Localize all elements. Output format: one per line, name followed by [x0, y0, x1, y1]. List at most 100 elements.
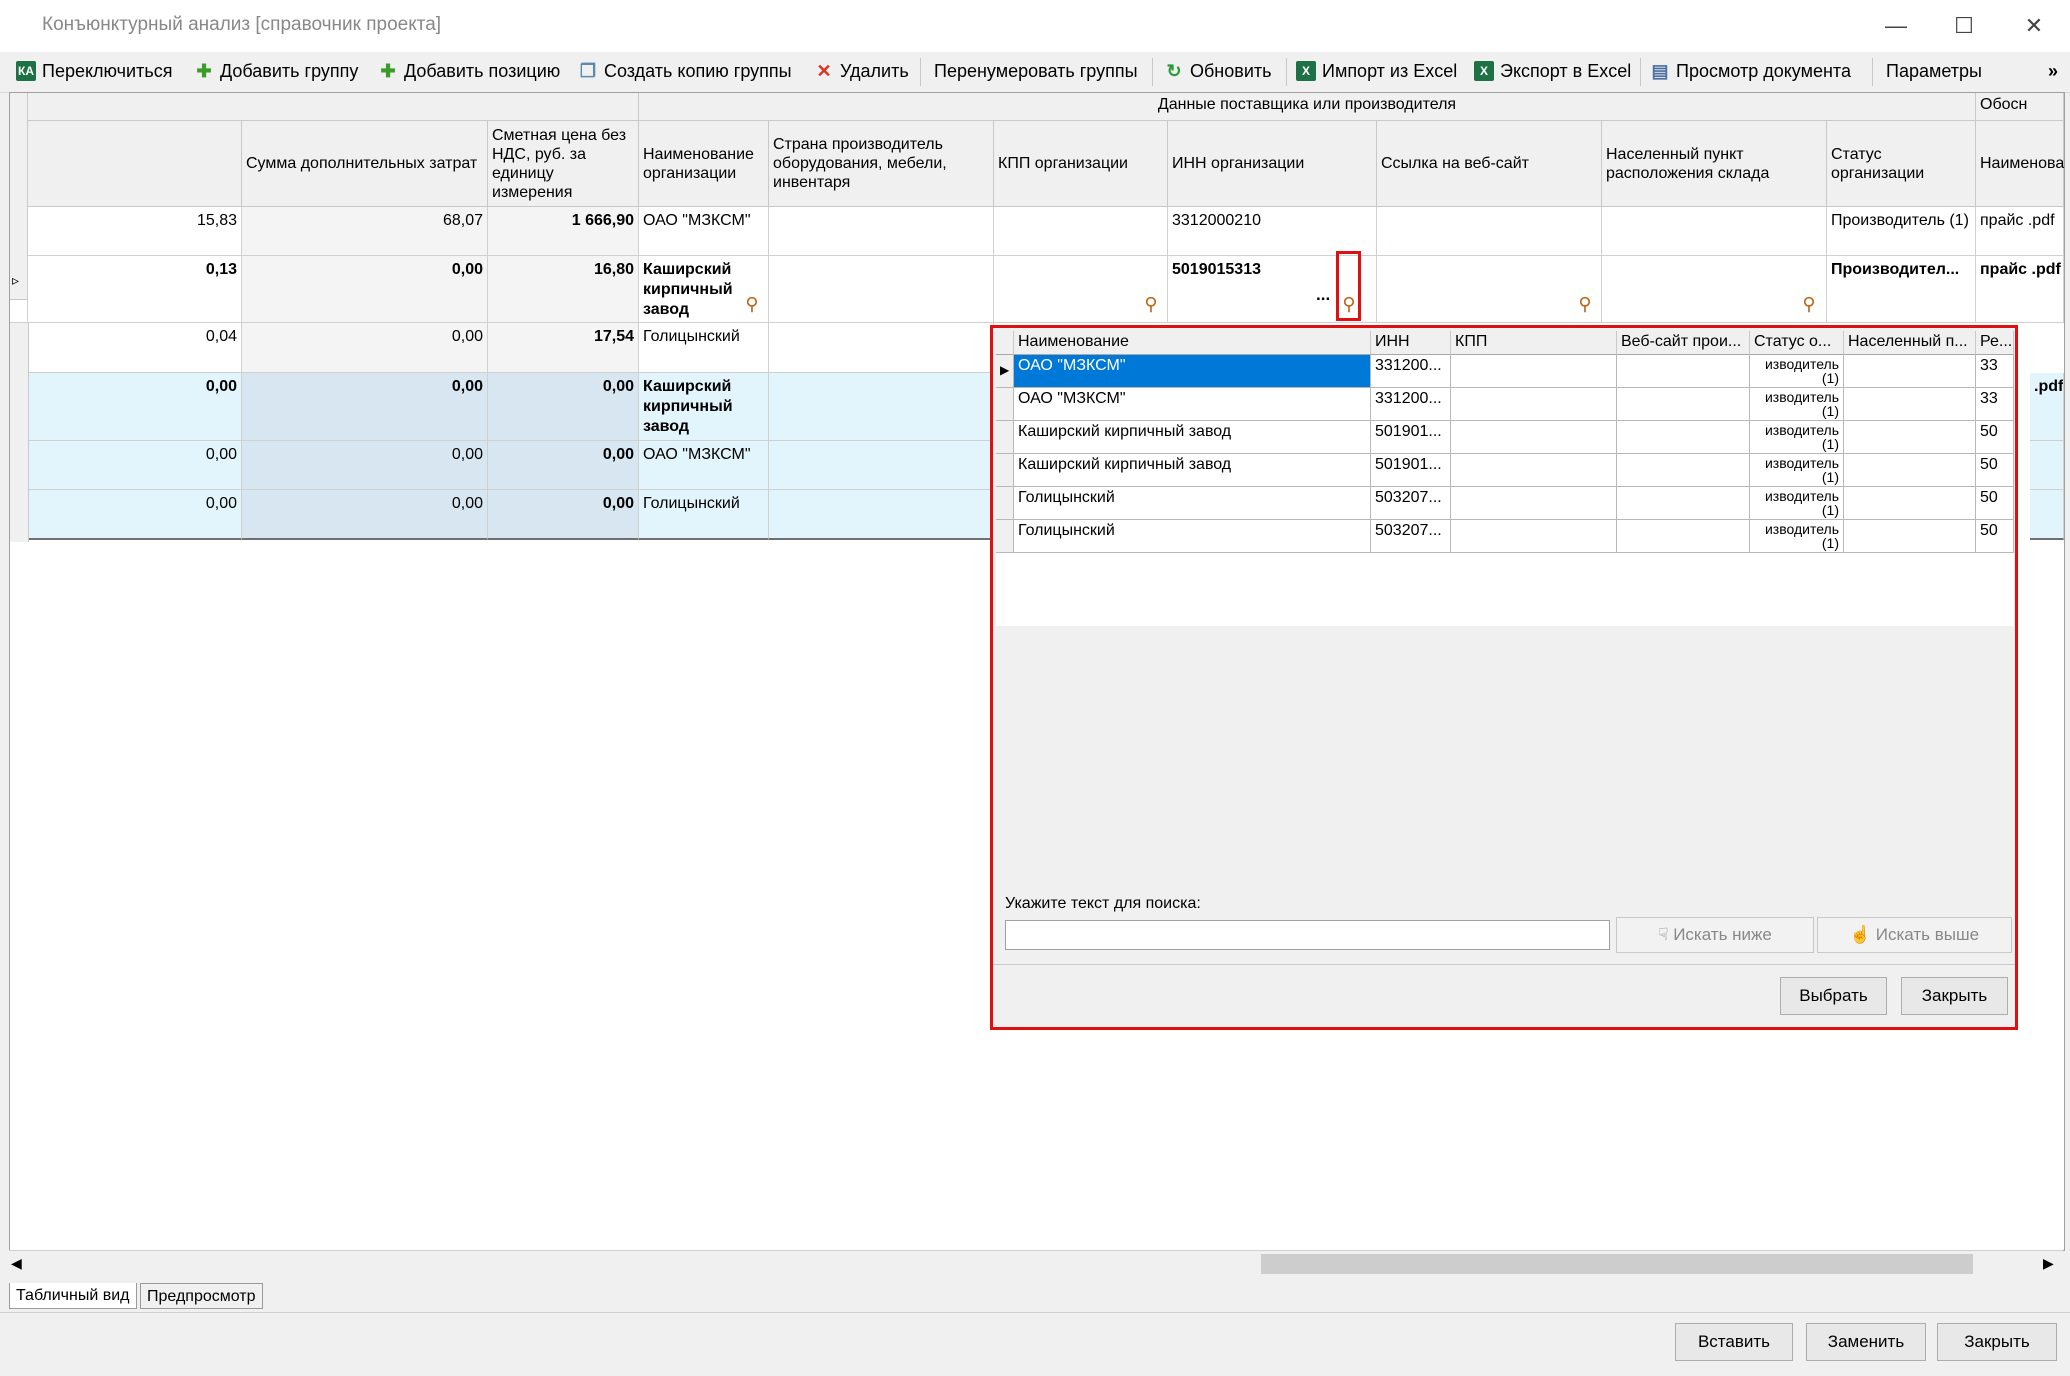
- search-input[interactable]: [1005, 920, 1610, 950]
- col-est-price[interactable]: Сметная цена без НДС, руб. за единицу из…: [488, 121, 639, 207]
- lookup-cell-status[interactable]: изводитель (1): [1750, 487, 1844, 520]
- lookup-cell-name[interactable]: Голицынский: [1014, 487, 1371, 520]
- lookup-cell-website[interactable]: [1617, 487, 1750, 520]
- switch-button[interactable]: КА Переключиться: [16, 56, 172, 86]
- cell-country[interactable]: [769, 441, 994, 490]
- lookup-cell-region[interactable]: 50: [1976, 454, 2014, 487]
- cell-inn[interactable]: 3312000210: [1168, 207, 1377, 256]
- cell-c1[interactable]: 0,00: [242, 256, 488, 323]
- lookup-col-kpp[interactable]: КПП: [1451, 331, 1617, 355]
- scroll-right-icon[interactable]: ▶: [2043, 1255, 2054, 1272]
- col-country[interactable]: Страна производитель оборудования, мебел…: [769, 121, 994, 207]
- lookup-cell-locality[interactable]: [1844, 454, 1976, 487]
- lookup-icon[interactable]: ⚲: [1798, 293, 1820, 315]
- cell-c2[interactable]: 0,00: [488, 490, 639, 540]
- lookup-cell-region[interactable]: 33: [1976, 388, 2014, 421]
- col-org-name[interactable]: Наименование организации: [639, 121, 769, 207]
- lookup-cell-locality[interactable]: [1844, 520, 1976, 553]
- lookup-cell-kpp[interactable]: [1451, 487, 1617, 520]
- cell-name[interactable]: прайс .pdf: [1976, 207, 2064, 256]
- scroll-thumb[interactable]: [1261, 1254, 1973, 1274]
- col-website[interactable]: Ссылка на веб-сайт: [1377, 121, 1602, 207]
- col-status[interactable]: Статус организации: [1827, 121, 1976, 207]
- lookup-col-locality[interactable]: Населенный п...: [1844, 331, 1976, 355]
- minimize-button[interactable]: —: [1866, 0, 1926, 52]
- lookup-cell-website[interactable]: [1617, 355, 1750, 388]
- lookup-cell-status[interactable]: изводитель (1): [1750, 520, 1844, 553]
- lookup-cell-inn[interactable]: 331200...: [1371, 355, 1451, 388]
- lookup-cell-inn[interactable]: 331200...: [1371, 388, 1451, 421]
- search-down-button[interactable]: ☟ Искать ниже: [1616, 917, 1814, 953]
- cell-c0[interactable]: 0,00: [28, 441, 242, 490]
- cell-name[interactable]: .pdf: [2030, 373, 2064, 441]
- cell-c2[interactable]: 0,00: [488, 373, 639, 441]
- cell-c1[interactable]: 0,00: [242, 441, 488, 490]
- cell-country[interactable]: [769, 256, 994, 323]
- close-window-button[interactable]: ✕: [2004, 0, 2064, 52]
- inn-lookup-icon[interactable]: ⚲: [1338, 293, 1360, 315]
- toolbar-overflow-button[interactable]: »: [2048, 56, 2058, 86]
- lookup-cell-website[interactable]: [1617, 421, 1750, 454]
- cell-website[interactable]: [1377, 207, 1602, 256]
- col-kpp[interactable]: КПП организации: [994, 121, 1168, 207]
- cell-locality[interactable]: [1602, 256, 1827, 323]
- cell-org[interactable]: Каширский кирпичный завод: [639, 373, 769, 441]
- lookup-cell-inn[interactable]: 501901...: [1371, 421, 1451, 454]
- lookup-icon[interactable]: ⚲: [1140, 293, 1162, 315]
- lookup-cell-kpp[interactable]: [1451, 355, 1617, 388]
- cell-country[interactable]: [769, 207, 994, 256]
- lookup-cell-website[interactable]: [1617, 388, 1750, 421]
- cell-c1[interactable]: 68,07: [242, 207, 488, 256]
- horizontal-scrollbar[interactable]: ◀ ▶: [9, 1250, 2063, 1278]
- cell-org[interactable]: Голицынский: [639, 490, 769, 540]
- col-extra-costs[interactable]: Сумма дополнительных затрат: [242, 121, 488, 207]
- cell-c2[interactable]: 16,80: [488, 256, 639, 323]
- view-document-button[interactable]: ▤ Просмотр документа: [1650, 56, 1851, 86]
- cell-country[interactable]: [769, 323, 994, 373]
- lookup-icon[interactable]: ⚲: [1574, 293, 1596, 315]
- lookup-cell-website[interactable]: [1617, 520, 1750, 553]
- lookup-cell-locality[interactable]: [1844, 355, 1976, 388]
- import-excel-button[interactable]: X Импорт из Excel: [1296, 56, 1457, 86]
- lookup-col-status[interactable]: Статус о...: [1750, 331, 1844, 355]
- cell-c0[interactable]: 0,13: [28, 256, 242, 323]
- delete-button[interactable]: ✕ Удалить: [814, 56, 908, 86]
- cell-kpp[interactable]: [994, 207, 1168, 256]
- lookup-col-inn[interactable]: ИНН: [1371, 331, 1451, 355]
- select-button[interactable]: Выбрать: [1780, 977, 1887, 1015]
- lookup-cell-name[interactable]: ОАО "МЗКСМ": [1014, 388, 1371, 421]
- lookup-cell-kpp[interactable]: [1451, 388, 1617, 421]
- search-up-button[interactable]: ☝ Искать выше: [1817, 917, 2012, 953]
- lookup-icon[interactable]: ⚲: [741, 293, 763, 315]
- cell-c2[interactable]: 17,54: [488, 323, 639, 373]
- lookup-cell-status[interactable]: изводитель (1): [1750, 454, 1844, 487]
- cell-country[interactable]: [769, 373, 994, 441]
- scroll-left-icon[interactable]: ◀: [11, 1255, 22, 1272]
- tab-preview[interactable]: Предпросмотр: [140, 1283, 263, 1309]
- lookup-cell-region[interactable]: 50: [1976, 487, 2014, 520]
- parameters-button[interactable]: Параметры: [1886, 56, 1982, 86]
- lookup-cell-region[interactable]: 33: [1976, 355, 2014, 388]
- lookup-cell-name[interactable]: ОАО "МЗКСМ": [1014, 355, 1371, 388]
- cell-c2[interactable]: 0,00: [488, 441, 639, 490]
- cell-status[interactable]: Производител...: [1827, 256, 1976, 323]
- cell-org[interactable]: ОАО "МЗКСМ": [639, 207, 769, 256]
- tab-table-view[interactable]: Табличный вид: [9, 1283, 137, 1309]
- cell-c1[interactable]: 0,00: [242, 373, 488, 441]
- lookup-cell-status[interactable]: изводитель (1): [1750, 421, 1844, 454]
- add-group-button[interactable]: ✚ Добавить группу: [194, 56, 358, 86]
- cell-c0[interactable]: 0,04: [28, 323, 242, 373]
- lookup-cell-website[interactable]: [1617, 454, 1750, 487]
- cell-c2[interactable]: 1 666,90: [488, 207, 639, 256]
- cell-website[interactable]: [1377, 256, 1602, 323]
- add-position-button[interactable]: ✚ Добавить позицию: [378, 56, 560, 86]
- lookup-cell-region[interactable]: 50: [1976, 520, 2014, 553]
- insert-button[interactable]: Вставить: [1675, 1323, 1793, 1361]
- popup-close-button[interactable]: Закрыть: [1901, 977, 2008, 1015]
- lookup-cell-locality[interactable]: [1844, 487, 1976, 520]
- lookup-cell-locality[interactable]: [1844, 421, 1976, 454]
- close-button[interactable]: Закрыть: [1937, 1323, 2057, 1361]
- cell-name[interactable]: [2030, 490, 2064, 540]
- lookup-cell-locality[interactable]: [1844, 388, 1976, 421]
- lookup-col-region[interactable]: Ре...: [1976, 331, 2014, 355]
